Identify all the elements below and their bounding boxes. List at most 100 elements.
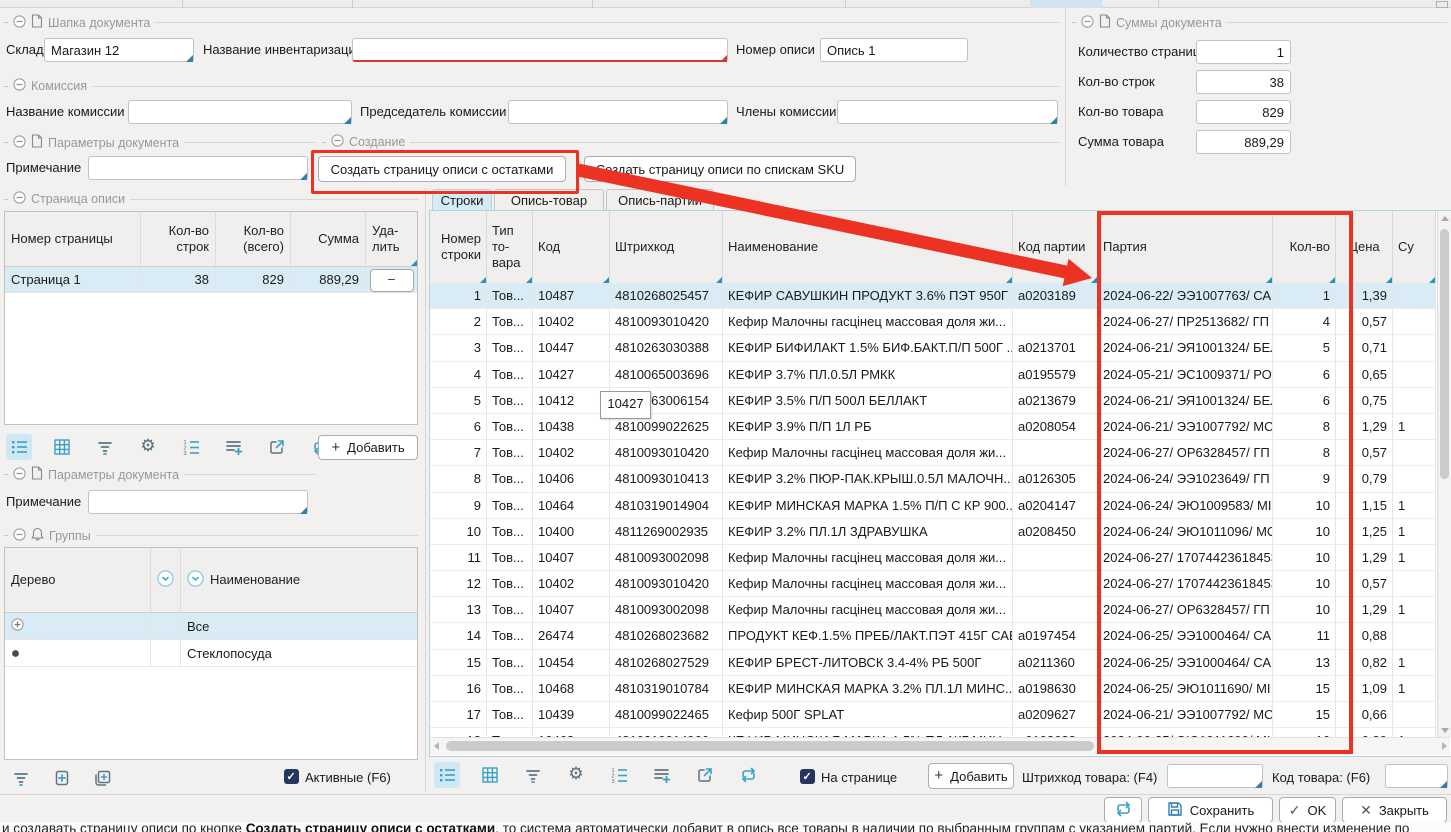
- barcode-input[interactable]: [1167, 764, 1263, 788]
- pages-toolbar: ⚙ 123: [6, 434, 333, 460]
- column-header-delete[interactable]: Уда-лить: [366, 212, 417, 266]
- settings-icon[interactable]: ⚙: [135, 434, 161, 460]
- inv-name-label: Название инвентаризации: [203, 38, 363, 62]
- column-header-3[interactable]: Код: [533, 211, 610, 283]
- column-header-total[interactable]: Кол-во (всего): [216, 212, 291, 266]
- close-button[interactable]: ✕ Закрыть: [1342, 797, 1447, 823]
- collapse-icon[interactable]: [13, 135, 26, 151]
- column-header-rows[interactable]: Кол-во строк: [141, 212, 216, 266]
- column-header-page-number[interactable]: Номер страницы: [5, 212, 141, 266]
- komissia-name-input[interactable]: [128, 100, 352, 124]
- chleny-input[interactable]: [837, 100, 1058, 124]
- add-page-icon[interactable]: [49, 765, 75, 791]
- column-header-1[interactable]: Номер строки: [430, 211, 487, 283]
- on-page-checkbox[interactable]: [800, 769, 815, 784]
- button-label: Добавить: [347, 440, 404, 455]
- filter-icon[interactable]: [92, 434, 118, 460]
- settings-icon[interactable]: ⚙: [563, 762, 589, 788]
- scroll-up-icon[interactable]: [1441, 216, 1449, 221]
- predsedatel-input[interactable]: [508, 100, 728, 124]
- delete-page-button[interactable]: −: [370, 269, 414, 292]
- filter-icon[interactable]: [520, 762, 546, 788]
- collapse-icon[interactable]: [331, 134, 344, 150]
- create-page-by-sku-button[interactable]: Создать страницу описи по спискам SKU: [584, 156, 856, 182]
- column-header-tree[interactable]: Дерево: [5, 548, 151, 612]
- button-label: Сохранить: [1190, 803, 1255, 818]
- active-top-tab-fragment: [1030, 0, 1102, 8]
- groups-toolbar: [8, 765, 116, 791]
- column-header-5[interactable]: Наименование: [723, 211, 1013, 283]
- pages-count-input[interactable]: [1196, 40, 1291, 64]
- sklad-input[interactable]: [44, 38, 194, 62]
- top-clipped-tabs-strip: [0, 0, 1451, 8]
- leaf-node-icon: [11, 646, 20, 661]
- add-pages-icon[interactable]: [90, 765, 116, 791]
- note1-input[interactable]: [88, 156, 308, 180]
- goods-sum-input[interactable]: [1196, 130, 1291, 154]
- list-view-icon[interactable]: [434, 762, 460, 788]
- add-line-button[interactable]: + Добавить: [928, 763, 1014, 789]
- column-header-sum[interactable]: Сумма: [291, 212, 366, 266]
- expand-node-icon[interactable]: [11, 618, 24, 634]
- group-row-all[interactable]: Все: [5, 613, 417, 640]
- open-external-icon[interactable]: [264, 434, 290, 460]
- column-header-10[interactable]: Су: [1393, 211, 1436, 283]
- scroll-right-icon[interactable]: [1442, 742, 1447, 750]
- chevron-down-icon: [157, 570, 174, 591]
- group-header-summy: Суммы документа: [1072, 14, 1447, 31]
- save-button[interactable]: Сохранить: [1148, 797, 1273, 823]
- document-icon: [31, 466, 43, 483]
- group-title: Страница описи: [31, 192, 125, 206]
- tab-opis-partii[interactable]: Опись-партии: [606, 189, 714, 212]
- rows-count-input[interactable]: [1196, 70, 1291, 94]
- field-corner: [186, 55, 193, 62]
- refresh-button[interactable]: [1104, 797, 1142, 823]
- note2-input[interactable]: [88, 490, 308, 514]
- numbered-list-icon[interactable]: 123: [178, 434, 204, 460]
- column-header-2[interactable]: Тип то-вара: [487, 211, 533, 283]
- list-view-icon[interactable]: [6, 434, 32, 460]
- field-corner: [1050, 117, 1057, 124]
- field-corner: [1440, 781, 1447, 788]
- add-to-list-icon[interactable]: [649, 762, 675, 788]
- rows-count-label: Кол-во строк: [1078, 70, 1155, 94]
- inv-name-input[interactable]: [352, 38, 728, 62]
- tree-filter-chevron[interactable]: [151, 548, 181, 612]
- goods-count-label: Кол-во товара: [1078, 100, 1164, 124]
- group-row-steklo[interactable]: Стеклопосуда: [5, 640, 417, 667]
- grid-view-icon[interactable]: [49, 434, 75, 460]
- ok-button[interactable]: ✓ OK: [1279, 797, 1336, 823]
- goods-count-input[interactable]: [1196, 100, 1291, 124]
- table-row[interactable]: Страница 1 38 829 889,29 −: [5, 267, 417, 293]
- scroll-left-icon[interactable]: [434, 742, 439, 750]
- active-checkbox[interactable]: [284, 769, 299, 784]
- scrollbar-thumb[interactable]: [446, 741, 1094, 751]
- groups-table: Дерево Наименование Все Стеклопосуда: [4, 547, 418, 760]
- collapse-icon[interactable]: [13, 78, 26, 94]
- vertical-scrollbar[interactable]: [1437, 211, 1451, 737]
- scroll-down-icon[interactable]: [1441, 728, 1449, 733]
- add-to-list-icon[interactable]: [221, 434, 247, 460]
- column-header-name[interactable]: Наименование: [181, 548, 417, 612]
- collapse-icon[interactable]: [13, 467, 26, 483]
- code-input[interactable]: [1385, 764, 1448, 788]
- opis-num-input[interactable]: [820, 38, 968, 62]
- group-header-sozdanie: Создание: [322, 134, 1060, 150]
- collapse-icon[interactable]: [13, 528, 26, 544]
- plus-icon: +: [331, 442, 340, 454]
- grid-view-icon[interactable]: [477, 762, 503, 788]
- group-header-shapka: Шапка документа: [4, 14, 1060, 31]
- collapse-icon[interactable]: [1081, 15, 1094, 31]
- add-page-button[interactable]: + Добавить: [318, 435, 418, 460]
- numbered-list-icon[interactable]: 123: [606, 762, 632, 788]
- column-header-4[interactable]: Штрихкод: [610, 211, 723, 283]
- scrollbar-thumb[interactable]: [1440, 229, 1449, 479]
- column-header-6[interactable]: Код партии: [1013, 211, 1098, 283]
- refresh-icon[interactable]: [735, 762, 761, 788]
- collapse-icon[interactable]: [13, 191, 26, 207]
- komissia-name-label: Название комиссии: [6, 100, 125, 124]
- collapse-icon[interactable]: [13, 15, 26, 31]
- filter-icon[interactable]: [8, 765, 34, 791]
- on-page-label: На странице: [821, 770, 897, 785]
- open-external-icon[interactable]: [692, 762, 718, 788]
